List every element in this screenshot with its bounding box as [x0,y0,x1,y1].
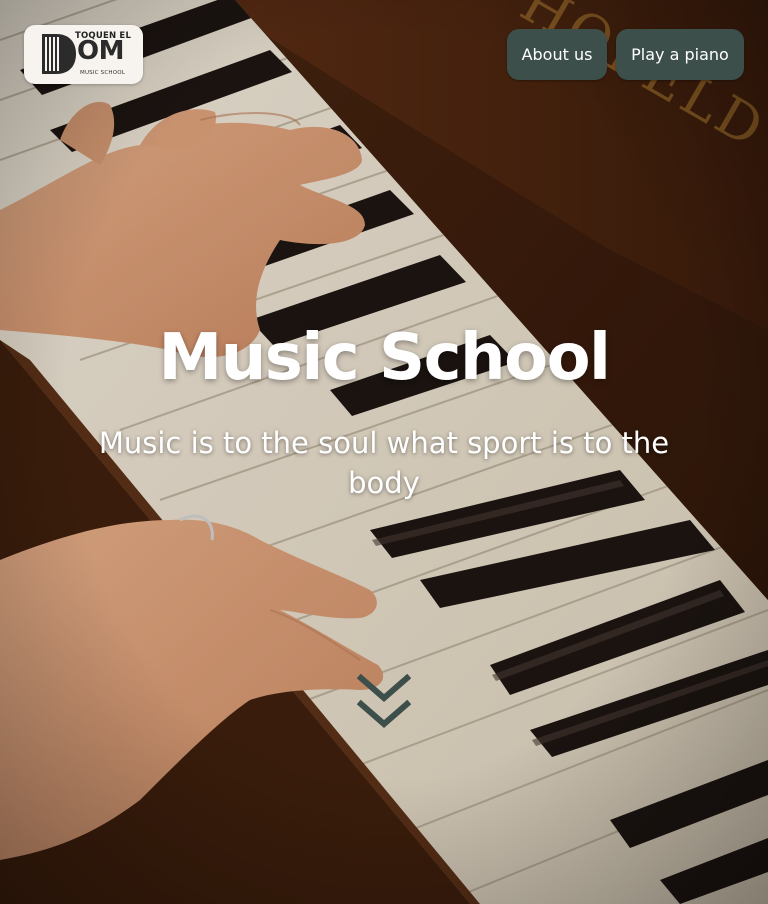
scroll-down-button[interactable] [356,673,412,734]
about-us-button[interactable]: About us [507,29,607,80]
piano-d-icon [42,34,76,74]
play-a-piano-button[interactable]: Play a piano [616,29,744,80]
hero-subtitle: Music is to the soul what sport is to th… [98,426,670,500]
logo-small-text: MUSIC SCHOOL [80,70,126,76]
double-chevron-down-icon [356,673,412,728]
logo-big-text: OM [77,36,124,66]
hero-title: Music School [158,321,611,395]
site-logo[interactable]: TOQUEN EL OM MUSIC SCHOOL [24,25,143,84]
top-navigation: About us Play a piano [507,29,744,80]
